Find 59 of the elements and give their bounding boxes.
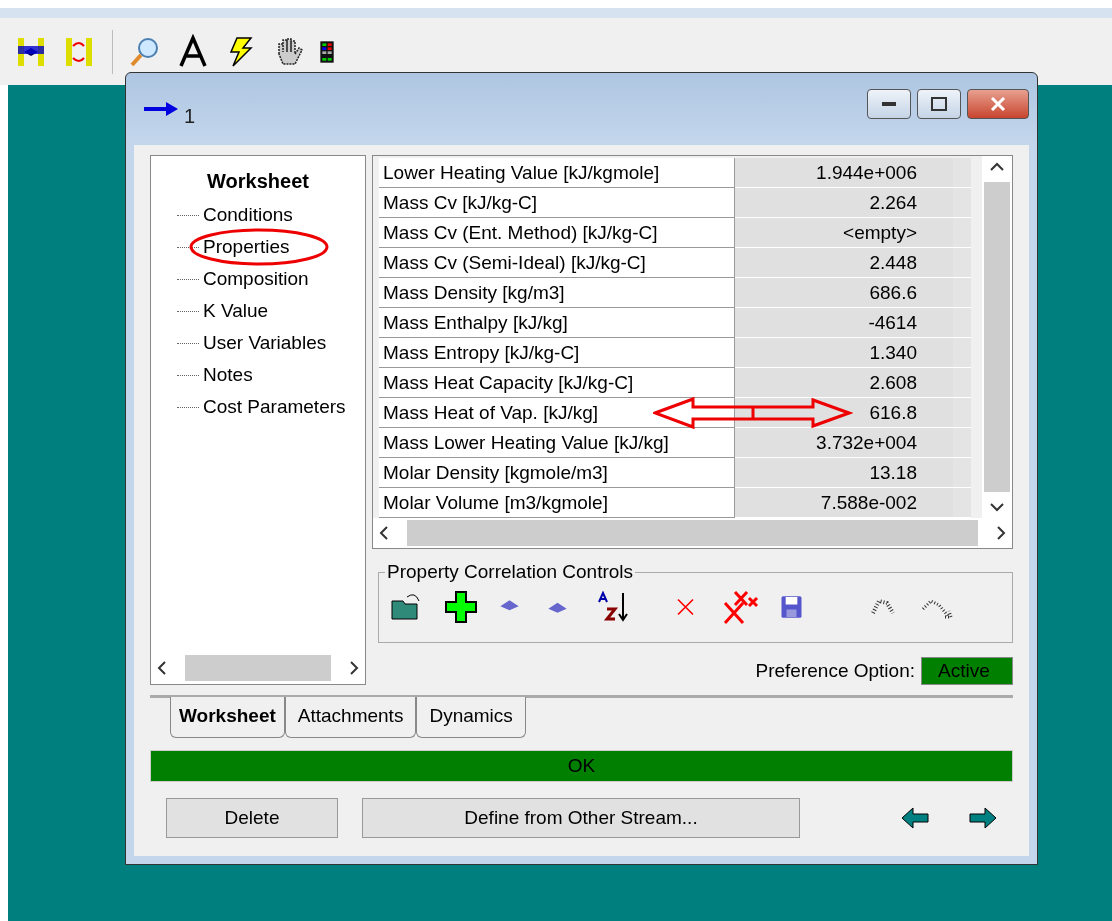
tab[interactable]: Dynamics (416, 697, 526, 738)
property-value: <empty> (735, 218, 953, 248)
scroll-left-icon[interactable] (379, 526, 389, 540)
scroll-up-icon[interactable] (990, 162, 1004, 172)
right-arrow-icon[interactable] (969, 807, 997, 829)
property-value: 13.18 (735, 458, 953, 488)
close-icon (990, 97, 1006, 111)
tab[interactable]: Worksheet (170, 697, 285, 738)
preference-label: Preference Option: (755, 660, 915, 682)
maximize-icon (931, 97, 947, 111)
property-name: Mass Cv [kJ/kg-C] (379, 188, 735, 218)
property-name: Mass Cv (Semi-Ideal) [kJ/kg-C] (379, 248, 735, 278)
arrow-icon (144, 100, 178, 118)
property-name: Mass Lower Heating Value [kJ/kg] (379, 428, 735, 458)
preference-value: Active (921, 657, 1013, 685)
vertical-scrollbar[interactable] (982, 156, 1012, 518)
close-button[interactable] (967, 89, 1029, 119)
horizontal-scrollbar[interactable] (373, 518, 1012, 548)
property-name: Mass Heat Capacity [kJ/kg-C] (379, 368, 735, 398)
scroll-down-icon[interactable] (990, 502, 1004, 512)
panel-title: Worksheet (206, 170, 310, 193)
property-name: Molar Volume [m3/kgmole] (379, 488, 735, 518)
property-name: Molar Density [kgmole/m3] (379, 458, 735, 488)
tab[interactable]: Attachments (284, 697, 417, 738)
left-arrow-icon[interactable] (901, 807, 929, 829)
action-button[interactable]: Define from Other Stream... (362, 798, 800, 838)
tree-item[interactable]: Notes (203, 364, 253, 386)
plus-icon[interactable] (443, 589, 479, 625)
property-value: 1.944e+006 (735, 158, 953, 188)
property-name: Mass Cv (Ent. Method) [kJ/kg-C] (379, 218, 735, 248)
tree-item[interactable]: Composition (203, 268, 309, 290)
tree-item[interactable]: Conditions (203, 204, 293, 226)
scroll-right-icon[interactable] (996, 526, 1006, 540)
property-name: Mass Heat of Vap. [kJ/kg] (379, 398, 735, 428)
maximize-button[interactable] (917, 89, 961, 119)
status-bar: OK (150, 750, 1013, 782)
property-value: 3.732e+004 (735, 428, 953, 458)
property-value: 2.264 (735, 188, 953, 218)
scroll-right-icon[interactable] (349, 661, 359, 675)
property-value: 686.6 (735, 278, 953, 308)
property-value: -4614 (735, 308, 953, 338)
property-value: 7.588e-002 (735, 488, 953, 518)
action-button[interactable]: Delete (166, 798, 338, 838)
tree-item[interactable]: Cost Parameters (203, 396, 346, 418)
property-name: Lower Heating Value [kJ/kgmole] (379, 158, 735, 188)
property-value: 2.608 (735, 368, 953, 398)
minimize-button[interactable] (867, 89, 911, 119)
property-name: Mass Enthalpy [kJ/kg] (379, 308, 735, 338)
minimize-icon (882, 101, 896, 107)
property-name: Mass Entropy [kJ/kg-C] (379, 338, 735, 368)
delete-all-icon[interactable] (721, 589, 761, 625)
property-value: 1.340 (735, 338, 953, 368)
group-title: Property Correlation Controls (386, 561, 635, 583)
property-name: Mass Density [kg/m3] (379, 278, 735, 308)
tree-item[interactable]: User Variables (203, 332, 327, 354)
window-title: 1 (184, 104, 197, 128)
scroll-left-icon[interactable] (157, 661, 167, 675)
property-value: 2.448 (735, 248, 953, 278)
tree-item[interactable]: K Value (203, 300, 269, 322)
